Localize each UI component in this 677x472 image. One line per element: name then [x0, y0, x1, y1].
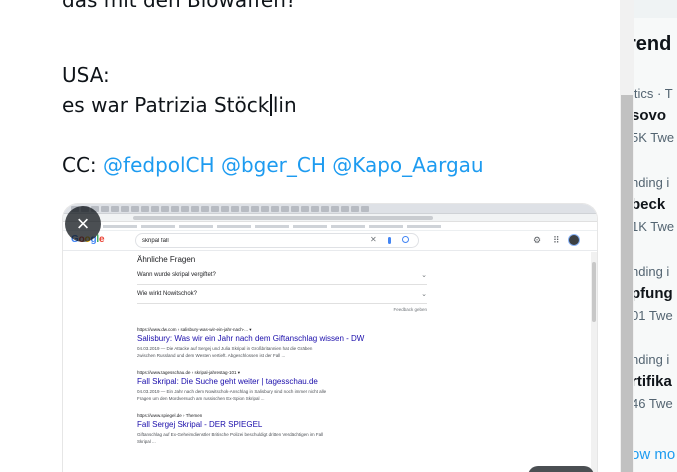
result-url: https://www.dw.com › salisbury-was-wir-e…	[137, 327, 252, 332]
browser-bookmarks-bar	[63, 222, 597, 231]
result-snippet: 04.03.2019 — Die Attacke auf Sergej und …	[137, 346, 313, 351]
trend-name: pfung	[634, 285, 673, 302]
trend-item[interactable]: nding i pfung 01 Twe	[634, 264, 677, 324]
chevron-down-icon: ⌄	[421, 291, 427, 298]
result-title: Fall Sergej Skripal - DER SPIEGEL	[137, 420, 263, 429]
remove-image-button[interactable]: ×	[65, 206, 101, 242]
people-also-ask-title: Ähnliche Fragen	[137, 255, 196, 264]
search-icon	[402, 236, 409, 243]
search-result: https://www.tagesschau.de › skripal-jahr…	[137, 369, 427, 402]
screenshot-scrollbar-thumb	[592, 262, 596, 322]
edit-image-button[interactable]	[528, 466, 594, 472]
paa-item: Wie wirkt Nowitschok? ⌄	[137, 285, 427, 304]
name-after-caret: lin	[272, 93, 297, 117]
close-icon: ✕	[370, 235, 377, 244]
paa-item: Wann wurde skripal vergiftet? ⌄	[137, 266, 427, 285]
trend-context: nding i	[634, 352, 670, 367]
google-results: Ähnliche Fragen Wann wurde skripal vergi…	[137, 254, 427, 445]
result-title: Salisbury: Was wir ein Jahr nach dem Gif…	[137, 334, 365, 343]
browser-tab-strip	[63, 204, 597, 214]
trend-count: 5K Twe	[634, 130, 675, 145]
search-result: https://www.dw.com › salisbury-was-wir-e…	[137, 326, 427, 359]
close-icon: ×	[76, 211, 90, 236]
google-search-input	[142, 235, 342, 246]
trend-name: beck	[634, 196, 666, 213]
google-header: Google ✕ ⚙ ⠿	[63, 231, 597, 251]
google-search-box: ✕	[135, 233, 419, 248]
mention-bger-ch[interactable]: @bger_CH	[221, 153, 326, 177]
tweet-text-area[interactable]: das mit den Biowaffen? USA: es war Patri…	[62, 0, 602, 180]
result-url: https://www.spiegel.de › Themen	[137, 413, 203, 418]
trend-name: rtifika	[634, 373, 672, 390]
tweet-composer[interactable]: das mit den Biowaffen? USA: es war Patri…	[0, 0, 620, 472]
trend-item[interactable]: nding i rtifika 46 Twe	[634, 352, 677, 412]
mention-fedpolch[interactable]: @fedpolCH	[103, 153, 215, 177]
trend-name: sovo	[634, 107, 667, 124]
result-snippet: zwischen Russland und dem Westen vertief…	[137, 353, 286, 358]
show-more-link[interactable]: ow mo	[634, 446, 675, 463]
text-caret	[270, 94, 272, 116]
result-snippet: Giftanschlag auf Ex-Geheimdienstler Brit…	[137, 432, 324, 437]
result-title: Fall Skripal: Die Suche geht weiter | ta…	[137, 377, 318, 386]
image-attachment[interactable]: Google ✕ ⚙ ⠿ Ähnliche Fragen Wann wurde …	[62, 203, 598, 472]
name-before-caret: es war Patrizia Stöck	[62, 93, 270, 117]
trend-item[interactable]: itics · T sovo 5K Twe	[634, 86, 677, 146]
trend-context: itics · T	[634, 86, 673, 101]
tweet-line-cc: CC: @fedpolCH @bger_CH @Kapo_Aargau	[62, 150, 602, 180]
gear-icon: ⚙	[533, 235, 542, 245]
browser-address-bar	[63, 214, 597, 222]
result-snippet: Fragen um den Mordversuch am russischen …	[137, 396, 265, 401]
trends-sidebar: rend itics · T sovo 5K Twe nding i beck …	[634, 0, 677, 472]
search-result: https://www.spiegel.de › Themen Fall Ser…	[137, 412, 427, 445]
trend-context: nding i	[634, 175, 670, 190]
tweet-line-name: es war Patrizia Stöck lin	[62, 90, 602, 120]
cc-label: CC:	[62, 153, 97, 177]
tweet-line-usa: USA:	[62, 63, 110, 87]
mention-kapo-aargau[interactable]: @Kapo_Aargau	[332, 153, 483, 177]
chevron-down-icon: ⌄	[421, 272, 427, 279]
trend-context: nding i	[634, 264, 670, 279]
trend-count: 1K Twe	[634, 219, 675, 234]
result-snippet: Skripal ...	[137, 439, 156, 444]
trends-title: rend	[634, 33, 672, 55]
trend-item[interactable]: nding i beck 1K Twe	[634, 175, 677, 235]
result-url: https://www.tagesschau.de › skripal-jahr…	[137, 370, 241, 375]
composer-scrollbar-thumb[interactable]	[621, 95, 633, 472]
tweet-line-partial: das mit den Biowaffen?	[62, 0, 297, 12]
result-snippet: 04.03.2019 — Ein Jahr nach dem Nowitscho…	[137, 389, 327, 394]
trend-count: 46 Twe	[634, 396, 673, 411]
microphone-icon	[388, 237, 391, 244]
apps-grid-icon: ⠿	[553, 235, 560, 245]
sidebar-search-area	[634, 0, 677, 18]
trend-count: 01 Twe	[634, 308, 673, 323]
avatar	[568, 234, 580, 246]
feedback-link: Feedback geben	[393, 307, 427, 312]
